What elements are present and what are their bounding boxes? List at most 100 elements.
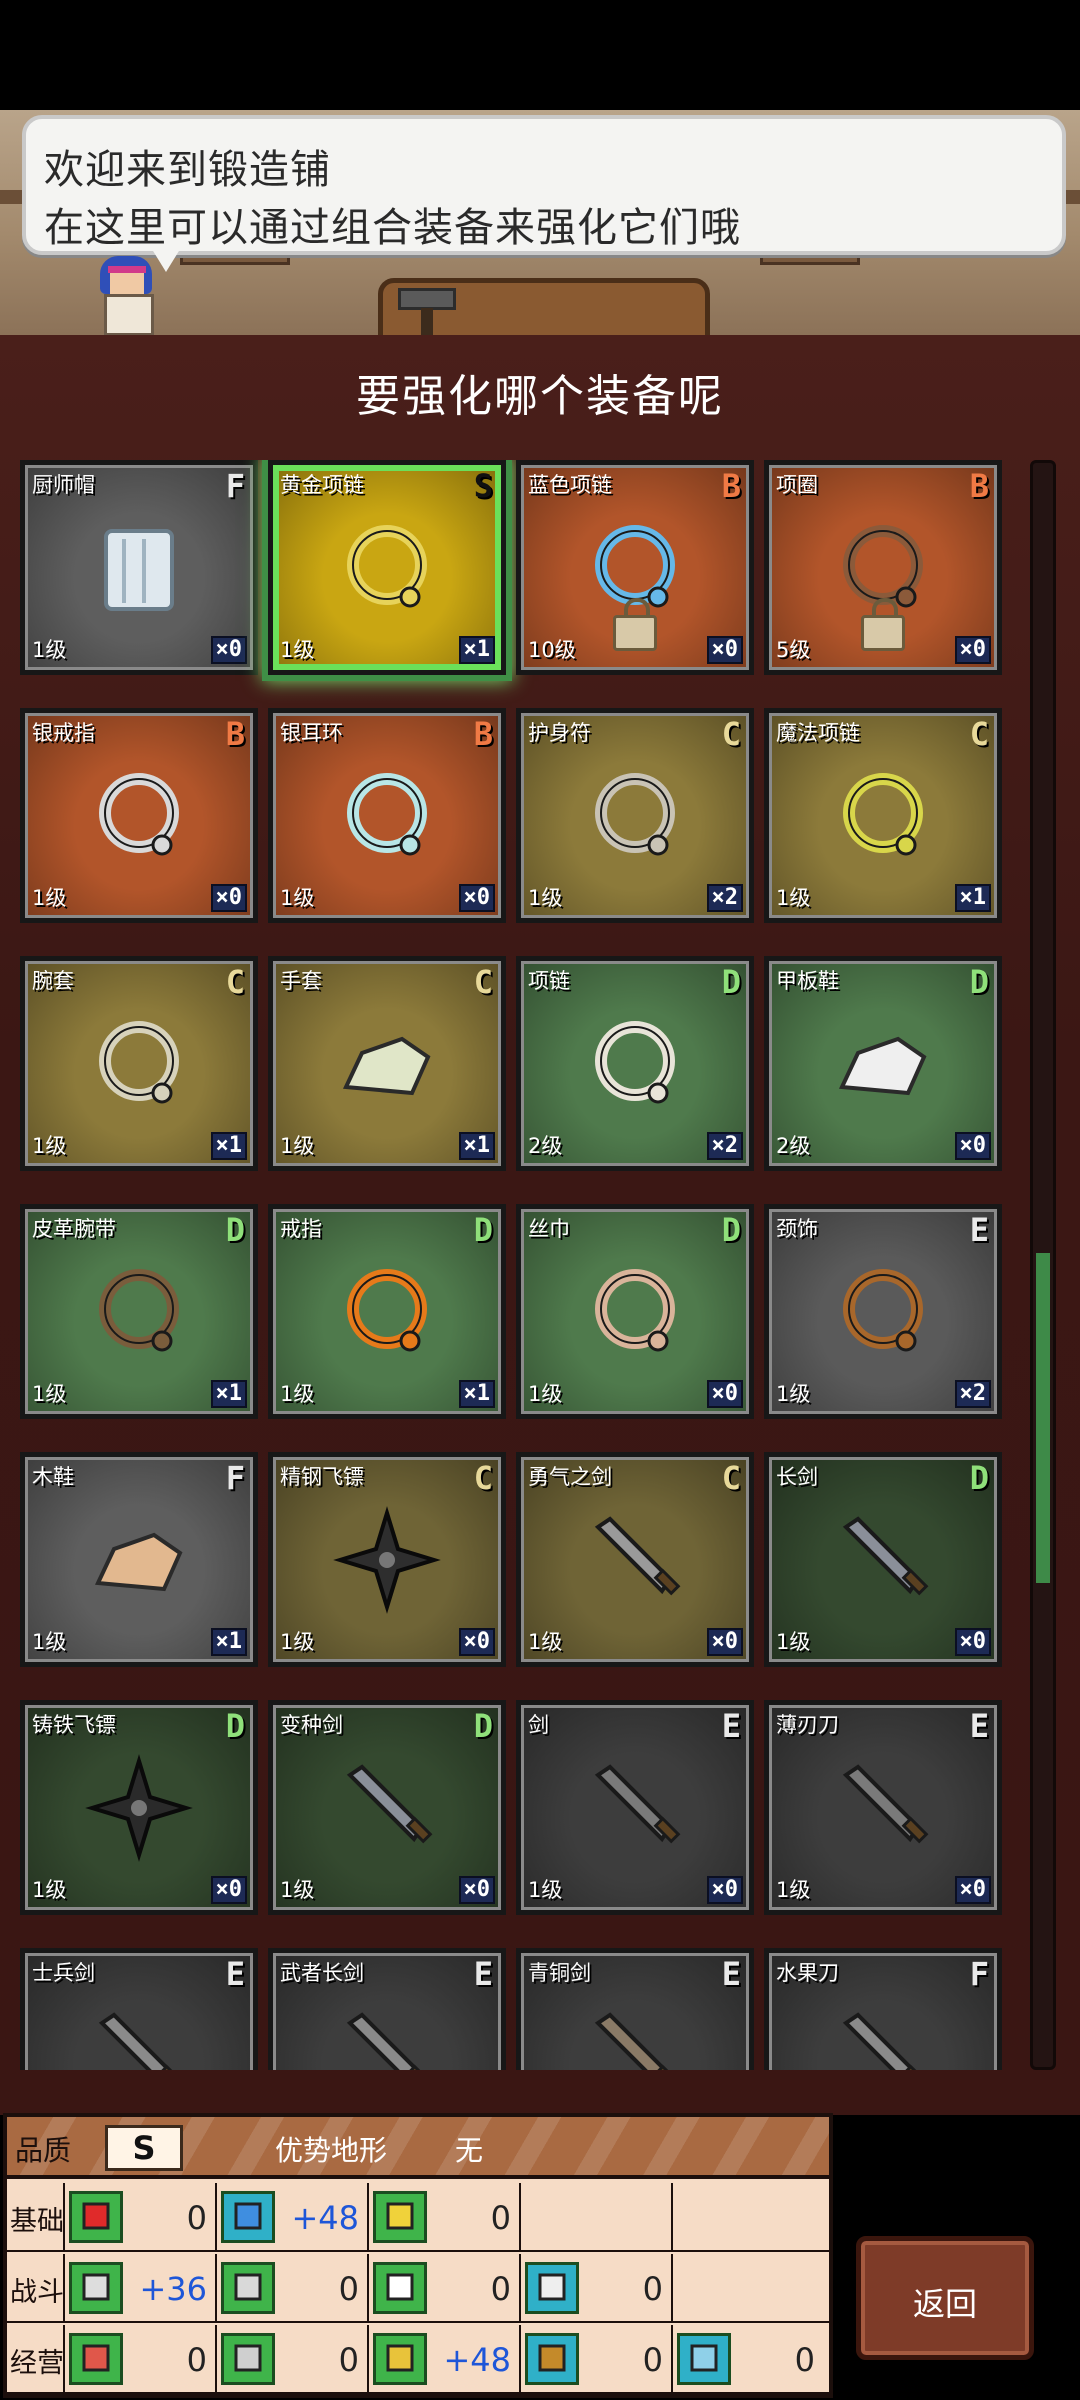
equipment-grade: C	[473, 963, 493, 1001]
equipment-level: 1级	[280, 886, 315, 910]
steel-shuriken-icon	[332, 1505, 442, 1615]
equipment-card[interactable]: 手套 C 1级 ×1	[268, 956, 506, 1171]
equipment-card[interactable]: 士兵剑 E	[20, 1948, 258, 2070]
scrollbar[interactable]	[1030, 460, 1056, 2070]
equipment-card[interactable]: 勇气之剑 C 1级 ×0	[516, 1452, 754, 1667]
equipment-card[interactable]: 魔法项链 C 1级 ×1	[764, 708, 1002, 923]
stat-cell: 0	[215, 2325, 367, 2392]
equipment-count: ×0	[458, 884, 495, 912]
scrollbar-thumb[interactable]	[1036, 1253, 1050, 1583]
long-sword-icon	[828, 1505, 938, 1615]
equipment-name: 项链	[528, 969, 570, 993]
equipment-level: 5级	[776, 638, 811, 662]
equipment-count: ×0	[210, 1876, 247, 1904]
equipment-card[interactable]: 铸铁飞镖 D 1级 ×0	[20, 1700, 258, 1915]
equipment-grade: C	[225, 963, 245, 1001]
equipment-card[interactable]: 蓝色项链 B 10级 ×0	[516, 460, 754, 675]
stat-value: 0	[338, 2270, 359, 2308]
stat-cell: 0	[63, 2325, 215, 2392]
stat-cell: 0	[63, 2183, 215, 2250]
equipment-grade: C	[721, 1459, 741, 1497]
equipment-grade: C	[473, 1459, 493, 1497]
attack-sword-icon	[69, 2262, 123, 2314]
shovel-icon	[373, 2333, 427, 2385]
quality-badge: S	[105, 2125, 183, 2171]
equipment-name: 银戒指	[32, 721, 95, 745]
equipment-card[interactable]: 剑 E 1级 ×0	[516, 1700, 754, 1915]
equipment-count: ×0	[706, 636, 743, 664]
equipment-grade: C	[721, 715, 741, 753]
stat-row-label: 基础	[10, 2206, 64, 2237]
strength-icon	[373, 2191, 427, 2243]
stat-cell: 0	[367, 2183, 519, 2250]
equipment-grade: D	[473, 1211, 493, 1249]
equipment-count: ×1	[210, 1132, 247, 1160]
stat-cell: 0	[671, 2325, 823, 2392]
equipment-card[interactable]: 精钢飞镖 C 1级 ×0	[268, 1452, 506, 1667]
equipment-level: 1级	[776, 1382, 811, 1406]
equipment-name: 银耳环	[280, 721, 343, 745]
equipment-card[interactable]: 银戒指 B 1级 ×0	[20, 708, 258, 923]
equipment-grade: C	[969, 715, 989, 753]
equipment-card[interactable]: 皮革腕带 D 1级 ×1	[20, 1204, 258, 1419]
equipment-count: ×1	[458, 1380, 495, 1408]
equipment-card[interactable]: 青铜剑 E	[516, 1948, 754, 2070]
stat-cell: +48	[215, 2183, 367, 2250]
equipment-card[interactable]: 武者长剑 E	[268, 1948, 506, 2070]
equipment-grade: D	[225, 1211, 245, 1249]
equipment-name: 颈饰	[776, 1217, 818, 1241]
equipment-card[interactable]: 变种剑 D 1级 ×0	[268, 1700, 506, 1915]
back-button-label: 返回	[912, 2285, 977, 2323]
equipment-card[interactable]: 厨师帽 F 1级 ×0	[20, 460, 258, 675]
dialog-box[interactable]: 欢迎来到锻造铺 在这里可以通过组合装备来强化它们哦	[22, 115, 1066, 255]
quality-bar: 品质 S 优势地形 无	[7, 2117, 829, 2179]
equipment-card[interactable]: 薄刃刀 E 1级 ×0	[764, 1700, 1002, 1915]
equipment-level: 2级	[776, 1134, 811, 1158]
equipment-count: ×0	[458, 1876, 495, 1904]
equipment-count: ×1	[954, 884, 991, 912]
stat-cell: 0	[367, 2254, 519, 2321]
equipment-grade: D	[721, 963, 741, 1001]
stat-value: 0	[186, 2341, 207, 2379]
equipment-card[interactable]: 项圈 B 5级 ×0	[764, 460, 1002, 675]
stat-row: 经营 0 0 +48 0 0	[7, 2325, 829, 2394]
soldier-sword-icon	[84, 2001, 194, 2070]
star-icon	[525, 2262, 579, 2314]
equipment-name: 长剑	[776, 1465, 818, 1489]
equipment-card[interactable]: 颈饰 E 1级 ×2	[764, 1204, 1002, 1419]
equipment-level: 1级	[32, 886, 67, 910]
courage-sword-icon	[580, 1505, 690, 1615]
chef-hat-icon	[84, 513, 194, 623]
equipment-name: 护身符	[528, 721, 591, 745]
deck-shoe-icon	[828, 1009, 938, 1119]
equipment-grid[interactable]: 厨师帽 F 1级 ×0 黄金项链 S 1级 ×1 蓝色项链 B 10级 ×0 项圈 B 5级 ×0 银戒指 B 1级…	[20, 460, 1020, 2070]
wooden-shoe-icon	[84, 1505, 194, 1615]
equipment-card[interactable]: 木鞋 F 1级 ×1	[20, 1452, 258, 1667]
stat-value: 0	[490, 2270, 511, 2308]
equipment-card[interactable]: 甲板鞋 D 2级 ×0	[764, 956, 1002, 1171]
back-button[interactable]: 返回	[856, 2236, 1034, 2360]
equipment-card[interactable]: 护身符 C 1级 ×2	[516, 708, 754, 923]
equipment-grade: B	[225, 715, 245, 753]
equipment-card[interactable]: 丝巾 D 1级 ×0	[516, 1204, 754, 1419]
equipment-count: ×1	[458, 636, 495, 664]
stat-row-label: 战斗	[10, 2277, 64, 2308]
equipment-name: 项圈	[776, 473, 818, 497]
equipment-name: 蓝色项链	[528, 473, 612, 497]
equipment-card[interactable]: 水果刀 F	[764, 1948, 1002, 2070]
equipment-level: 1级	[280, 1382, 315, 1406]
equipment-card[interactable]: 戒指 D 1级 ×1	[268, 1204, 506, 1419]
equipment-count: ×0	[954, 636, 991, 664]
equipment-level: 1级	[776, 1630, 811, 1654]
equipment-card[interactable]: 项链 D 2级 ×2	[516, 956, 754, 1171]
stat-row-label: 经营	[10, 2348, 64, 2379]
equipment-card[interactable]: 长剑 D 1级 ×0	[764, 1452, 1002, 1667]
equipment-card[interactable]: 银耳环 B 1级 ×0	[268, 708, 506, 923]
equipment-card[interactable]: 腕套 C 1级 ×1	[20, 956, 258, 1171]
equipment-card[interactable]: 黄金项链 S 1级 ×1	[268, 460, 506, 675]
equipment-level: 1级	[280, 1630, 315, 1654]
equipment-name: 黄金项链	[280, 473, 364, 497]
equipment-name: 变种剑	[280, 1713, 343, 1737]
equipment-count: ×0	[954, 1132, 991, 1160]
equipment-level: 1级	[32, 1630, 67, 1654]
